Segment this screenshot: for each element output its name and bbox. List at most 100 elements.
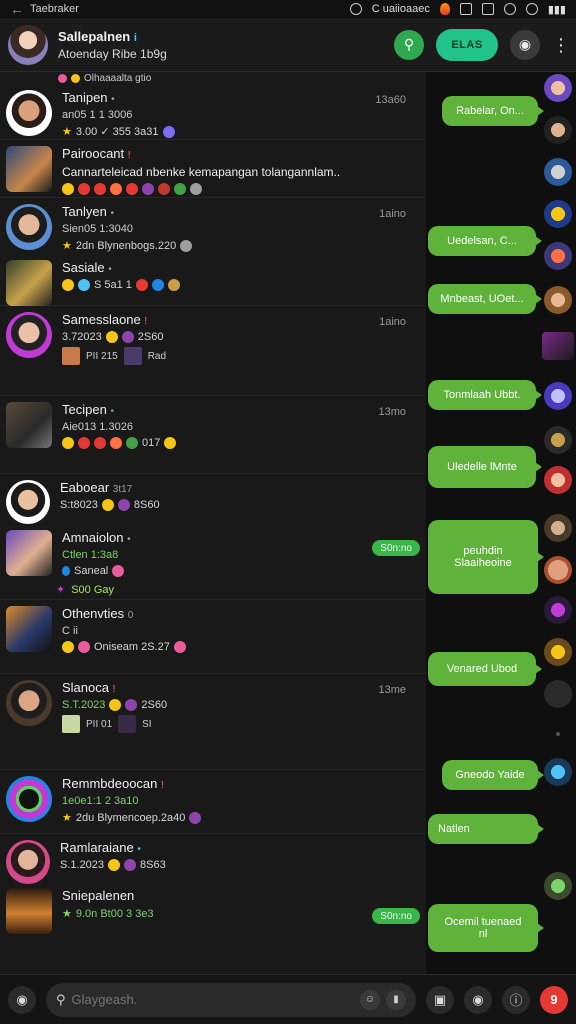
verified-icon: i (133, 31, 137, 44)
avatar[interactable] (544, 200, 572, 228)
contact-name: Remmbdeoocan ! (62, 776, 164, 791)
avatar (6, 680, 52, 726)
list-item[interactable]: Tanlyen • Sien05 1:3040 ★ 2dn Blynenbogs.… (0, 198, 426, 254)
avatar[interactable] (544, 286, 572, 314)
badge-icon (58, 73, 67, 83)
chat-list[interactable]: Olhaaaalta gtio Tanipen • an05 1 1 3006 … (0, 72, 426, 974)
emoji-icon (167, 279, 180, 291)
camera-icon[interactable]: ◉ (8, 985, 36, 1014)
contact-name: Sniepalenen (62, 888, 135, 903)
message-bubble[interactable]: Ocemil tuenaed nl (428, 904, 544, 952)
notification-badge[interactable]: 9 (540, 985, 568, 1014)
search-input[interactable] (71, 992, 354, 1007)
grid-icon (481, 3, 494, 15)
list-item[interactable]: Sasiale • S 5a1 1 (0, 254, 426, 306)
header-title: Sallepalnen i (58, 28, 137, 44)
back-arrow-icon[interactable]: ← (10, 1, 24, 17)
message-bubble[interactable]: peuhdin Slaaiheoine (428, 520, 544, 594)
sparkle-icon: ✦ (56, 584, 66, 596)
avatar (6, 204, 52, 250)
list-item[interactable]: Sniepalenen ★ 9.0n Bt00 3 3e3 S0n:no (0, 882, 426, 938)
avatar[interactable] (544, 158, 572, 186)
message-meta: 1e0e1:1 2 3a10 (62, 795, 139, 807)
info-icon[interactable]: ⓘ (502, 985, 530, 1014)
list-item[interactable]: Remmbdeoocan ! 1e0e1:1 2 3a10 ★ 2du Blyme… (0, 770, 426, 834)
list-item[interactable]: Ramlaraiane • S.1.2023 8S63 (0, 834, 426, 884)
message-bubble[interactable]: Gneodo Yaide (442, 760, 544, 790)
avatar[interactable] (544, 556, 572, 584)
list-item[interactable]: Eaboear 3t17 S:t8023 8S60 (0, 474, 426, 524)
avatar[interactable] (544, 638, 572, 666)
message-preview: S 5a1 1 (62, 279, 418, 291)
list-item[interactable]: Samesslaone ! 3.72023 2S60 PII 215 Rad 1ai… (0, 306, 426, 396)
message-bubble[interactable]: Rabelar, On... (442, 96, 544, 126)
chat-bubble-icon: ◉ (518, 36, 532, 52)
message-bubble[interactable]: Uledelle lMnte (428, 446, 542, 488)
message-meta: Aie013 1.3026 (62, 421, 133, 433)
attachment-preview: PII 01 SI (62, 715, 418, 733)
search-button[interactable]: ⚲ (394, 29, 424, 60)
photo-icon[interactable]: ◉ (464, 985, 492, 1014)
emoji-icon (62, 437, 74, 449)
message-preview: ★ 3.00 ✓ 355 3a31 (62, 125, 418, 138)
emoji-icon (101, 499, 114, 511)
avatar[interactable] (542, 332, 574, 360)
contact-name: Tanlyen • (62, 204, 114, 219)
emoji-icon (126, 437, 138, 449)
gallery-icon[interactable]: ▣ (426, 985, 454, 1014)
emoji-icon (110, 183, 122, 195)
list-item[interactable]: Slanoca ! S.T.2023 2S60 PII 01 SI 13me (0, 674, 426, 770)
avatar[interactable] (544, 758, 572, 786)
avatar (6, 402, 52, 448)
message-panel[interactable]: Rabelar, On... Uedelsan, C... Mnbeast, U… (426, 72, 576, 974)
chat-bubble-button[interactable]: ◉ (510, 29, 540, 60)
list-item[interactable]: Tecipen • Aie013 1.3026 017 13mo (0, 396, 426, 474)
avatar (6, 840, 50, 884)
avatar[interactable] (544, 596, 572, 624)
search-icon: ⚲ (56, 991, 66, 1007)
list-item[interactable]: Tanipen • an05 1 1 3006 ★ 3.00 ✓ 355 3a31… (0, 84, 426, 140)
attach-icon[interactable]: ▮ (386, 989, 406, 1010)
contact-name: Sasiale • (62, 260, 112, 275)
action-pill-button[interactable]: ELAS (436, 28, 498, 61)
avatar[interactable] (544, 680, 572, 708)
avatar (6, 888, 52, 934)
header-avatar[interactable] (8, 24, 48, 65)
message-bubble[interactable]: Tonmlaah Ubbt. (428, 380, 542, 410)
thumbnail (62, 715, 80, 733)
timestamp: 13me (378, 684, 406, 696)
emoji-icon[interactable]: ☺ (360, 989, 380, 1010)
list-item[interactable]: Amnaiolon • Ctlen 1:3a8 Saneal S0n:no (0, 524, 426, 580)
emoji-icon (109, 699, 122, 711)
list-item[interactable]: Pairoocant ! Cannarteleicad nbenke kemap… (0, 140, 426, 198)
emoji-icon (121, 331, 134, 343)
more-options-icon[interactable]: ⋮ (552, 36, 570, 54)
list-item[interactable]: Othenvties 0 C ii Oniseam 2S.27 (0, 600, 426, 674)
star-icon: ★ (62, 126, 72, 138)
contact-name: Ramlaraiane • (60, 840, 141, 855)
avatar[interactable] (544, 382, 572, 410)
avatar[interactable] (544, 466, 572, 494)
message-preview: ★ 2dn Blynenbogs.220 (62, 239, 418, 252)
emoji-icon (78, 437, 90, 449)
avatar[interactable] (544, 116, 572, 144)
timestamp: 13mo (378, 406, 406, 418)
message-bubble[interactable]: Uedelsan, C... (428, 226, 542, 256)
avatar[interactable] (544, 242, 572, 270)
avatar (6, 606, 52, 652)
avatar[interactable] (544, 872, 572, 900)
avatar[interactable] (544, 514, 572, 542)
header-subtitle: Atoenday Ribe 1b9g (58, 46, 167, 61)
message-bubble[interactable]: Natlen (428, 814, 544, 844)
avatar[interactable] (544, 74, 572, 102)
emoji-icon (180, 239, 193, 252)
message-bubble[interactable]: Venared Ubod (428, 652, 542, 686)
emoji-icon (78, 183, 90, 195)
thumbnail (118, 715, 137, 733)
emoji-icon (173, 641, 186, 653)
message-bubble[interactable]: Mnbeast, UOet... (428, 284, 542, 314)
search-bar[interactable]: ⚲ ☺ ▮ (46, 982, 416, 1017)
emoji-icon (62, 279, 74, 291)
settings-icon (525, 3, 538, 15)
avatar[interactable] (544, 426, 572, 454)
